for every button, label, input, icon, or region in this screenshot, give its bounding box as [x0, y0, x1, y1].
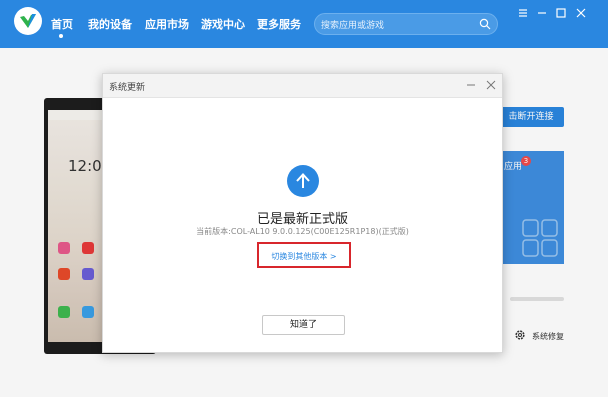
switch-version-highlight: 切换到其他版本 >: [257, 242, 351, 268]
search-icon[interactable]: [479, 18, 491, 30]
dialog-title: 系统更新: [109, 83, 146, 93]
nav-more-services[interactable]: 更多服务: [257, 16, 301, 32]
app-logo-icon[interactable]: [13, 6, 43, 36]
nav-active-dot: [59, 34, 63, 38]
nav-home[interactable]: 首页: [51, 16, 73, 32]
update-status-icon: [287, 165, 319, 197]
menu-icon[interactable]: [516, 6, 530, 20]
minimize-icon[interactable]: [535, 6, 549, 20]
nav-game-center[interactable]: 游戏中心: [201, 16, 245, 32]
nav-app-market[interactable]: 应用市场: [145, 16, 189, 32]
search-box[interactable]: 搜索应用或游戏: [314, 13, 498, 35]
dialog-header: 系统更新: [103, 74, 502, 98]
dialog-minimize-icon[interactable]: [466, 80, 476, 90]
switch-version-link[interactable]: 切换到其他版本 >: [259, 251, 349, 262]
nav-my-devices[interactable]: 我的设备: [88, 16, 132, 32]
system-update-dialog: 系统更新 已是最新正式版 当前版本:COL-AL10 9.0.0.125(C00…: [102, 73, 503, 353]
update-status-title: 已是最新正式版: [256, 212, 348, 227]
arrow-up-icon: [296, 173, 310, 188]
close-icon[interactable]: [574, 6, 588, 20]
current-version-text: 当前版本:COL-AL10 9.0.0.125(C00E125R1P18)(正式…: [196, 227, 409, 236]
search-input[interactable]: 搜索应用或游戏: [321, 18, 384, 31]
maximize-icon[interactable]: [554, 6, 568, 20]
got-it-button[interactable]: 知道了: [262, 315, 345, 335]
dialog-close-icon[interactable]: [486, 80, 496, 90]
top-bar: 首页 我的设备 应用市场 游戏中心 更多服务 搜索应用或游戏: [0, 0, 608, 48]
